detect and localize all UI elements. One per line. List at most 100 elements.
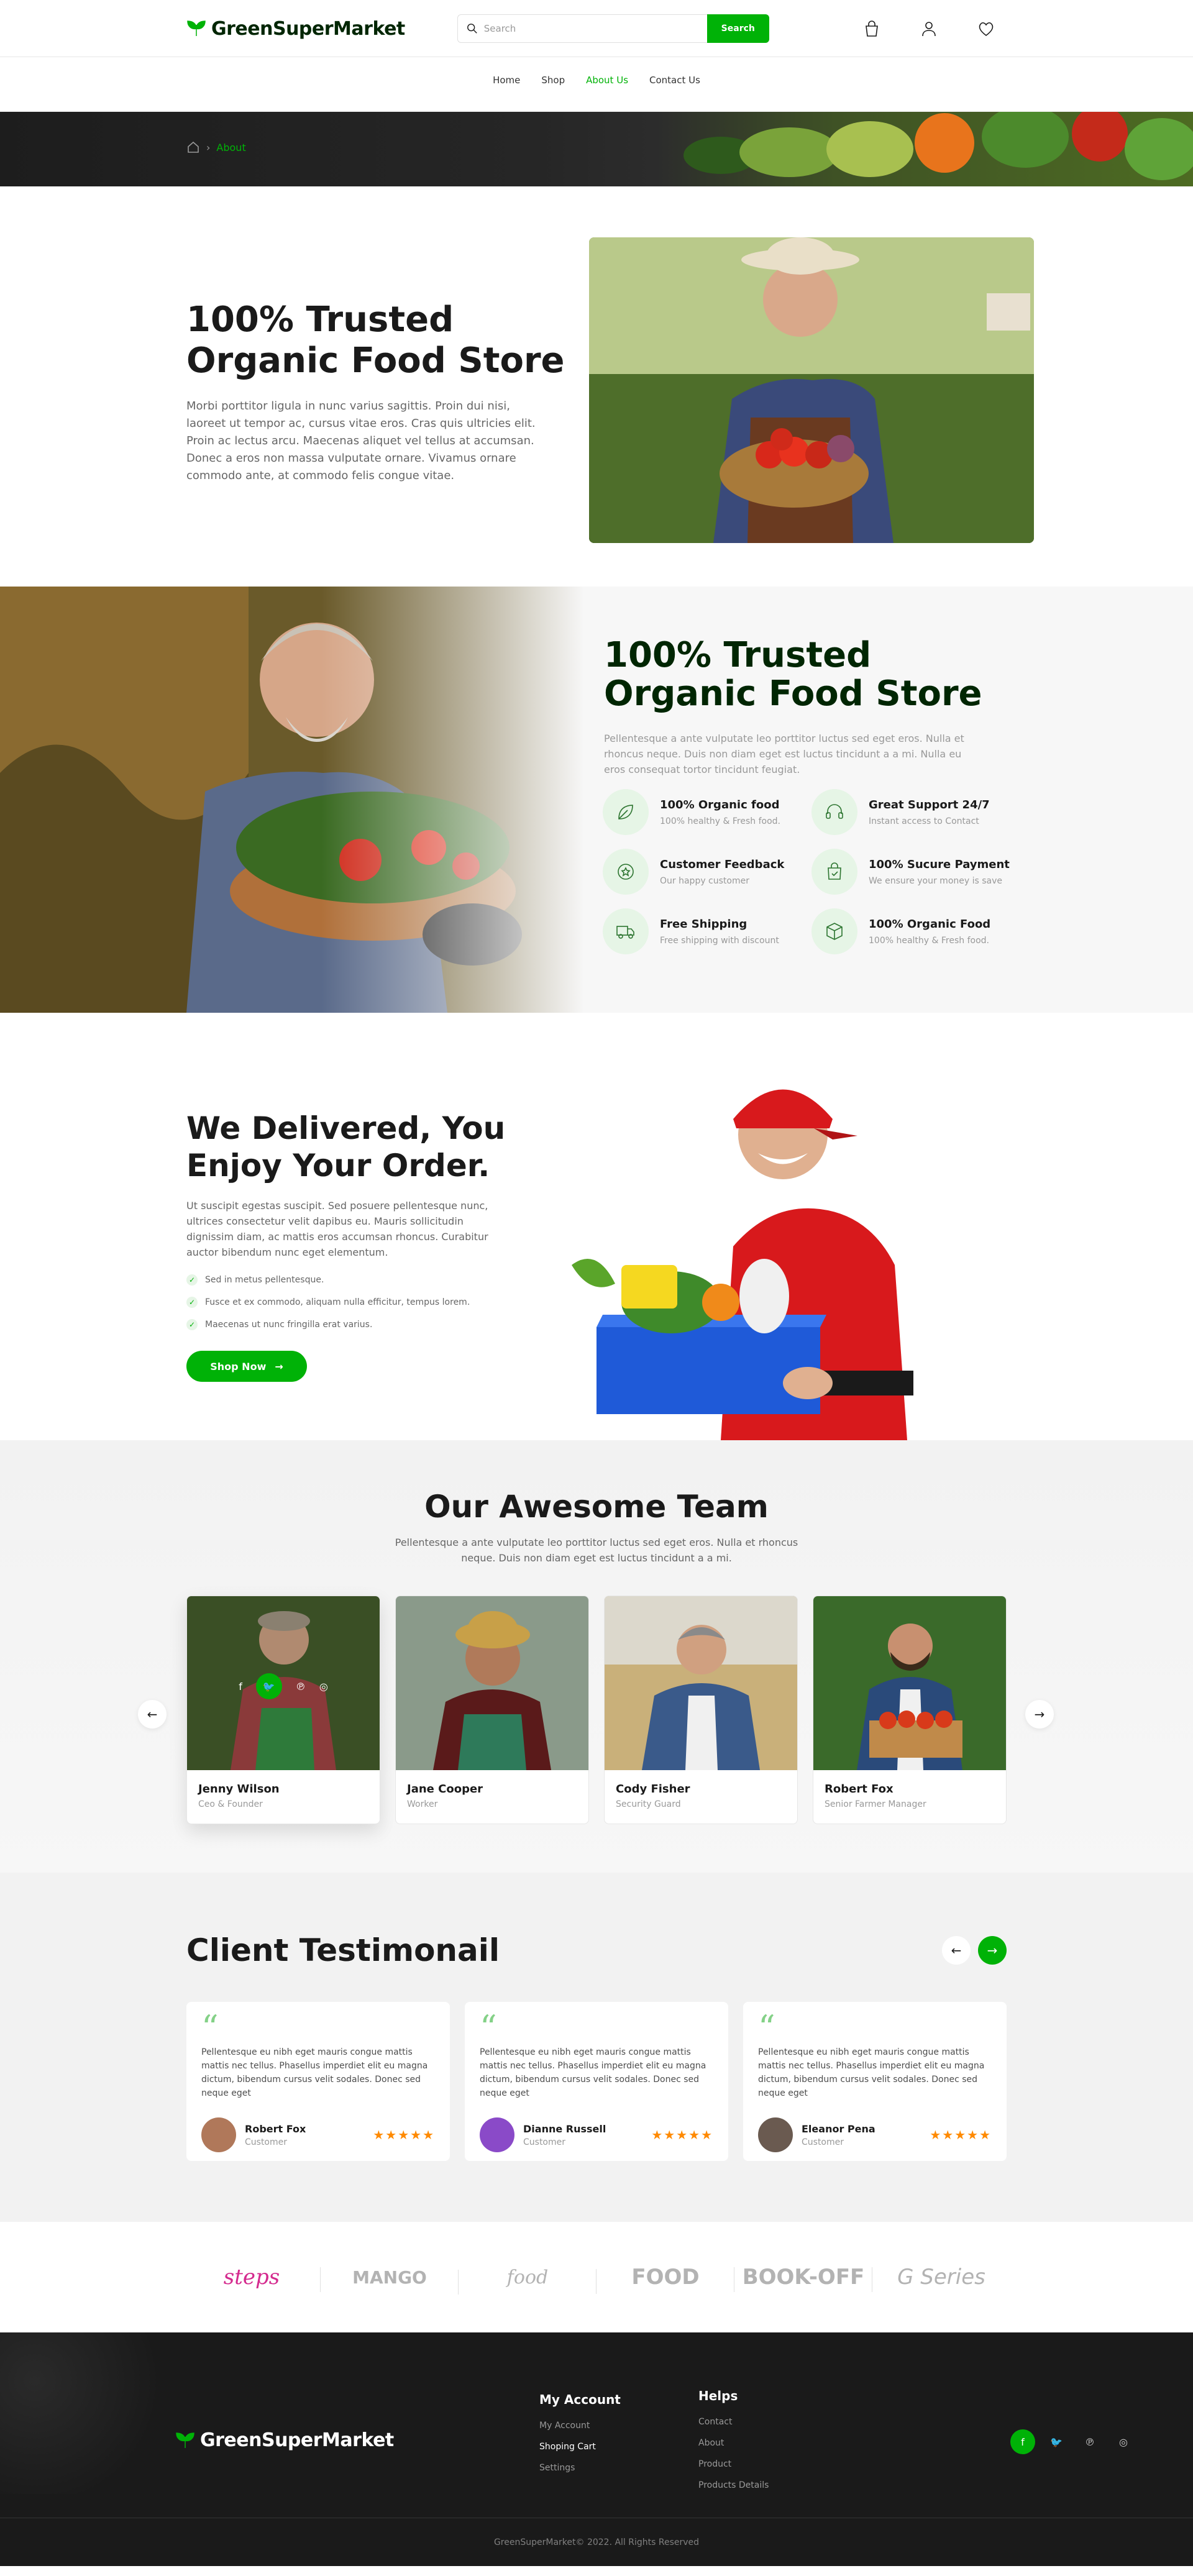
main-nav: Home Shop About Us Contact Us <box>0 48 1193 112</box>
arrow-left-icon: ← <box>147 1707 158 1722</box>
member-role: Worker <box>407 1799 438 1809</box>
footer-heading: Helps <box>698 2388 738 2403</box>
footer-link[interactable]: Products Details <box>698 2480 769 2490</box>
farmer-basket-image <box>0 587 584 1013</box>
team-prev-button[interactable]: ← <box>138 1700 167 1729</box>
footer-link[interactable]: Contact <box>698 2417 769 2427</box>
nav-about-us[interactable]: About Us <box>586 75 628 86</box>
logo-text: GreenSuperMarket <box>200 2429 394 2451</box>
testimonial-title: Client Testimonail <box>186 1932 500 1968</box>
nav-shop[interactable]: Shop <box>541 75 565 86</box>
footer-texture <box>0 2332 174 2494</box>
instagram-icon[interactable]: ◎ <box>1111 2429 1136 2454</box>
team-next-button[interactable]: → <box>1025 1700 1054 1729</box>
about-section-1: 100% Trusted Organic Food Store Morbi por… <box>0 186 1193 587</box>
testimonial-section: Client Testimonail ← → “ Pellentesque eu… <box>0 1873 1193 2222</box>
arrow-left-icon: ← <box>951 1943 962 1958</box>
features-grid: 100% Organic food 100% healthy & Fresh fo… <box>603 789 1020 954</box>
footer-link[interactable]: Product <box>698 2459 769 2469</box>
footer-link[interactable]: My Account <box>539 2421 621 2431</box>
footer-link[interactable]: Settings <box>539 2463 621 2473</box>
testimonial-next-button[interactable]: → <box>978 1936 1007 1965</box>
pinterest-icon[interactable]: ℗ <box>296 1681 306 1692</box>
twitter-icon[interactable]: 🐦 <box>1044 2429 1069 2454</box>
brand-logo-steps: steps <box>183 2265 321 2292</box>
avatar <box>758 2117 793 2152</box>
member-role: Security Guard <box>616 1799 681 1809</box>
footer-helps: Helps Contact About Product Products Det… <box>698 2388 769 2501</box>
about-text: Morbi porttitor ligula in nunc varius sa… <box>186 400 536 482</box>
brand-logo-mango: MANGO <box>321 2267 459 2295</box>
footer-heading: My Account <box>539 2392 621 2407</box>
team-title: Our Awesome Team <box>424 1489 769 1525</box>
heart-icon[interactable] <box>977 19 995 38</box>
list-item: ✓ Fusce et ex commodo, aliquam nulla effi… <box>186 1291 470 1313</box>
brand-logo-food-2: FOOD <box>596 2265 734 2292</box>
logo-text: GreenSuperMarket <box>211 17 405 40</box>
testimonial-nav: ← → <box>942 1936 1007 1965</box>
search-button[interactable]: Search <box>706 14 769 43</box>
facebook-icon[interactable]: f <box>239 1681 242 1692</box>
vegetables-image <box>683 112 1193 180</box>
facebook-icon[interactable]: f <box>1010 2429 1035 2454</box>
reviewer-role: Customer <box>523 2137 566 2147</box>
search-icon <box>467 24 477 34</box>
footer-social: f 🐦 ℗ ◎ <box>1010 2429 1136 2454</box>
search-input[interactable]: Search <box>457 14 707 43</box>
member-name: Robert Fox <box>825 1783 894 1796</box>
arrow-right-icon: → <box>987 1943 998 1958</box>
testimonial-text: Pellentesque eu nibh eget mauris congue … <box>201 2047 428 2098</box>
team-card[interactable]: f 🐦 ℗ ◎ Jenny Wilson Ceo & Founder <box>186 1596 380 1824</box>
search-bar: Search Search <box>457 14 769 43</box>
reviewer-name: Eleanor Pena <box>802 2122 875 2135</box>
testimonial-card: “ Pellentesque eu nibh eget mauris congu… <box>465 2002 728 2161</box>
leaf-logo-icon <box>176 2432 194 2448</box>
bag-icon[interactable] <box>862 19 881 38</box>
member-photo <box>813 1596 1006 1770</box>
avatar <box>201 2117 236 2152</box>
leaf-logo-icon <box>187 21 206 37</box>
nav-contact-us[interactable]: Contact Us <box>649 75 700 86</box>
logo[interactable]: GreenSuperMarket <box>186 18 405 40</box>
team-card[interactable]: Jane Cooper Worker <box>395 1596 589 1824</box>
check-icon: ✓ <box>186 1274 198 1286</box>
breadcrumb: › About <box>186 140 246 154</box>
list-item: ✓ Sed in metus pellentesque. <box>186 1269 470 1291</box>
feature-secure-payment: 100% Sucure Payment We ensure your money … <box>811 849 1020 895</box>
about-title: 100% Trusted Organic Food Store <box>186 299 565 381</box>
team-card[interactable]: Cody Fisher Security Guard <box>604 1596 798 1824</box>
about-section-2: 100% Trusted Organic Food Store Pellentes… <box>0 587 1193 1013</box>
copyright: GreenSuperMarket© 2022. All Rights Reser… <box>0 2518 1193 2566</box>
chevron-right-icon: › <box>206 141 211 153</box>
footer: GreenSuperMarket My Account My Account S… <box>0 2332 1193 2566</box>
delivery-text: Ut suscipit egestas suscipit. Sed posuer… <box>186 1200 488 1258</box>
team-card[interactable]: Robert Fox Senior Farmer Manager <box>813 1596 1007 1824</box>
footer-link[interactable]: About <box>698 2438 769 2448</box>
feature-support: Great Support 24/7 Instant access to Cont… <box>811 789 1020 835</box>
user-icon[interactable] <box>920 19 938 38</box>
member-name: Cody Fisher <box>616 1783 690 1796</box>
pinterest-icon[interactable]: ℗ <box>1077 2429 1102 2454</box>
shop-now-button[interactable]: Shop Now → <box>186 1351 307 1382</box>
delivery-man-image <box>572 1089 913 1440</box>
star-badge-icon <box>618 864 634 880</box>
footer-link[interactable]: Shoping Cart <box>539 2442 621 2452</box>
delivery-bullets: ✓ Sed in metus pellentesque. ✓ Fusce et ex… <box>186 1269 470 1336</box>
instagram-icon[interactable]: ◎ <box>319 1681 328 1692</box>
search-placeholder: Search <box>483 23 516 34</box>
rating-stars: ★★★★★ <box>930 2127 992 2142</box>
testimonial-prev-button[interactable]: ← <box>942 1936 971 1965</box>
home-icon[interactable] <box>186 140 200 154</box>
footer-my-account: My Account My Account Shoping Cart Setti… <box>539 2392 621 2484</box>
twitter-icon[interactable]: 🐦 <box>255 1673 282 1699</box>
feature-organic-food: 100% Organic food 100% healthy & Fresh fo… <box>603 789 811 835</box>
brand-logo-food: food <box>459 2267 596 2294</box>
reviewer-role: Customer <box>245 2137 288 2147</box>
footer-logo[interactable]: GreenSuperMarket <box>175 2429 394 2451</box>
nav-home[interactable]: Home <box>493 75 520 86</box>
testimonial-card: “ Pellentesque eu nibh eget mauris congu… <box>743 2002 1007 2161</box>
rating-stars: ★★★★★ <box>373 2127 435 2142</box>
about2-text: Pellentesque a ante vulputate leo portti… <box>604 733 964 775</box>
delivery-section: We Delivered, You Enjoy Your Order. Ut su… <box>0 1013 1193 1440</box>
farmer-image <box>589 237 1034 543</box>
